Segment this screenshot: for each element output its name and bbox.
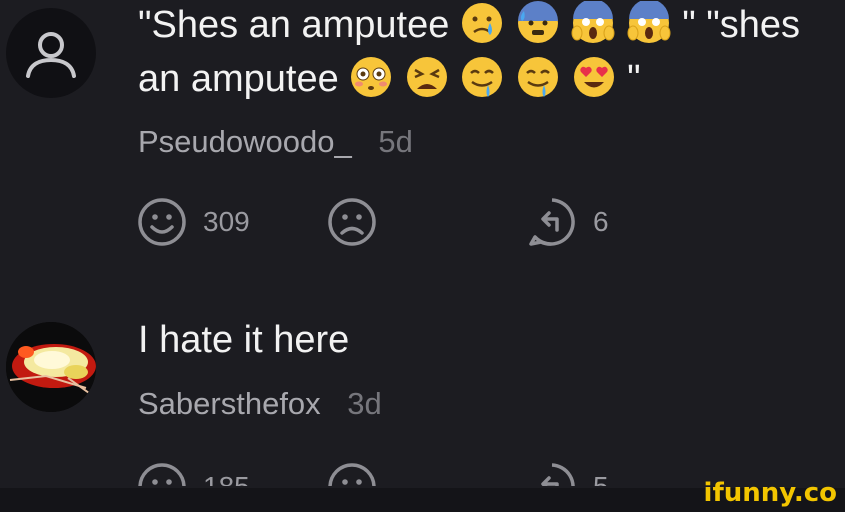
author-name[interactable]: Sabersthefox [138, 386, 321, 421]
smile-icon [138, 463, 186, 486]
comment-actions: 185 5 [137, 462, 657, 486]
heart-eyes-face-emoji [573, 57, 614, 97]
smile-icon [138, 198, 186, 246]
default-user-icon [26, 32, 76, 78]
comment-age: 3d [347, 386, 382, 421]
comment-text-part: "Shes an amputee [138, 4, 450, 46]
screaming-fear-face-emoji [571, 1, 615, 43]
ifunny-watermark: ifunny.co [703, 478, 837, 508]
comment-text: "Shes an amputee " "shes an amputee " [138, 0, 800, 106]
reply-icon [529, 198, 575, 246]
comment-text-part: " [627, 58, 641, 100]
comment-meta: Sabersthefox 3d [138, 386, 382, 422]
comment-actions: 309 6 [137, 197, 657, 247]
smile-button[interactable]: 185 [137, 462, 250, 486]
comment-age: 5d [378, 124, 413, 159]
smile-button[interactable]: 309 [137, 197, 250, 247]
blurry-animal-photo [6, 322, 96, 412]
reply-button[interactable]: 5 [527, 462, 609, 486]
frown-icon [328, 463, 376, 486]
comment-text: I hate it here [138, 313, 349, 367]
crying-face-emoji [461, 3, 502, 43]
smile-count: 185 [203, 471, 250, 486]
comment-text-part: I hate it here [138, 319, 350, 361]
reply-button[interactable]: 6 [527, 197, 609, 247]
avatar-sabersthefox[interactable] [6, 322, 96, 412]
reply-count: 5 [593, 471, 609, 486]
drooling-face-emoji [517, 57, 558, 97]
reply-icon [541, 463, 575, 486]
anxious-sweat-face-emoji [517, 1, 558, 43]
unsmile-button[interactable] [327, 462, 377, 486]
avatar-pseudowoodo[interactable] [6, 8, 96, 98]
reply-count: 6 [593, 206, 609, 237]
tired-face-emoji [406, 57, 447, 97]
unsmile-button[interactable] [327, 197, 377, 247]
smile-count: 309 [203, 206, 250, 237]
comment-meta: Pseudowoodo_ 5d [138, 124, 413, 160]
author-name[interactable]: Pseudowoodo_ [138, 124, 352, 159]
screaming-fear-face-emoji [627, 1, 671, 43]
drooling-face-emoji [462, 57, 503, 97]
frown-icon [328, 198, 376, 246]
flushed-face-emoji [351, 57, 392, 97]
comment-text-part: an amputee [138, 58, 339, 100]
comment-text-part: " "shes [682, 4, 800, 46]
